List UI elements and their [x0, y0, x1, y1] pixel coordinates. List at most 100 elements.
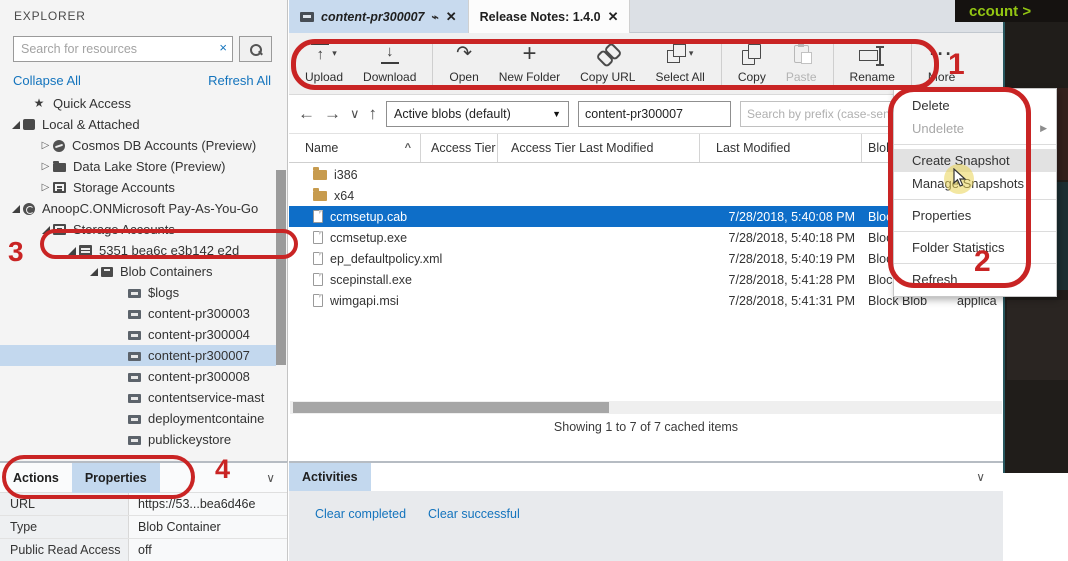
open-icon: ↷: [456, 42, 473, 64]
column-header-name[interactable]: Name ^: [289, 134, 421, 162]
tree-item-storage-accounts-sub[interactable]: Storage Accounts: [0, 219, 276, 240]
path-input[interactable]: [578, 101, 732, 127]
container-icon: [128, 372, 141, 382]
sort-ascending-icon: ^: [404, 142, 411, 154]
expander-collapsed-icon[interactable]: ▷: [38, 177, 53, 198]
container-icon: [128, 393, 141, 403]
history-chevron-down-icon[interactable]: ∨: [350, 106, 360, 122]
back-icon[interactable]: ←: [298, 104, 315, 124]
expander-expanded-icon[interactable]: [86, 267, 101, 276]
tree-item-container-selected[interactable]: content-pr300007: [0, 345, 276, 366]
collapse-chevron-icon[interactable]: ∨: [266, 471, 275, 485]
sidebar-scrollbar[interactable]: [276, 170, 286, 365]
tree-item-logs-container[interactable]: $logs: [0, 282, 276, 303]
activities-body: Clear completed Clear successful: [289, 491, 1003, 561]
storage-explorer-window: EXPLORER × Collapse All Refresh All ★ Qu…: [0, 0, 1068, 561]
tab-properties[interactable]: Properties: [71, 462, 160, 493]
search-button[interactable]: [239, 36, 272, 62]
menu-item-delete[interactable]: Delete: [894, 94, 1056, 117]
rename-button[interactable]: Rename: [840, 37, 905, 91]
resource-tree: ★ Quick Access Local & Attached ▷ Cosmos…: [0, 93, 276, 450]
cosmos-db-icon: [53, 139, 65, 152]
tab-activities[interactable]: Activities: [289, 463, 371, 491]
tree-item-cosmos-db[interactable]: ▷ Cosmos DB Accounts (Preview): [0, 135, 276, 156]
tree-item-container[interactable]: deploymentcontaine: [0, 408, 276, 429]
tree-item-blob-containers[interactable]: Blob Containers: [0, 261, 276, 282]
column-header-last-modified[interactable]: Last Modified: [700, 134, 862, 162]
editor-tabstrip: content-pr300007 ⌁ ✕ Release Notes: 1.4.…: [289, 0, 1003, 33]
expander-expanded-icon[interactable]: [64, 246, 79, 255]
file-icon: [313, 231, 323, 244]
column-header-access-tier-last-modified[interactable]: Access Tier Last Modified: [498, 134, 700, 162]
refresh-all-link[interactable]: Refresh All: [208, 73, 271, 88]
explorer-panel-title: EXPLORER: [14, 9, 86, 23]
tree-item-container[interactable]: content-pr300004: [0, 324, 276, 345]
forward-icon[interactable]: →: [324, 104, 341, 124]
prefix-search-input[interactable]: [740, 101, 919, 127]
menu-item-manage-snapshots[interactable]: Manage Snapshots: [894, 172, 1056, 195]
container-icon: [128, 330, 141, 340]
upload-icon: ↑: [311, 43, 330, 64]
expander-collapsed-icon[interactable]: ▷: [38, 135, 53, 156]
copy-button[interactable]: Copy: [728, 37, 776, 91]
tree-item-storage-account[interactable]: 5351 bea6c e3b142 e2d: [0, 240, 276, 261]
paste-button[interactable]: Paste: [776, 37, 827, 91]
open-button[interactable]: ↷ Open: [439, 37, 488, 91]
new-folder-button[interactable]: + New Folder: [489, 37, 570, 91]
tab-release-notes[interactable]: Release Notes: 1.4.0 ✕: [467, 0, 631, 33]
close-icon[interactable]: ✕: [446, 9, 457, 25]
tab-content-pr300007[interactable]: content-pr300007 ⌁ ✕: [289, 0, 468, 33]
copy-url-button[interactable]: Copy URL: [570, 37, 645, 91]
tree-item-data-lake[interactable]: ▷ Data Lake Store (Preview): [0, 156, 276, 177]
expander-expanded-icon[interactable]: [8, 204, 23, 213]
close-icon[interactable]: ✕: [608, 9, 619, 25]
rename-icon: [859, 45, 885, 66]
upload-button[interactable]: ↑ ▾ Upload: [295, 37, 353, 91]
horizontal-scrollbar[interactable]: [290, 401, 1002, 414]
tree-item-subscription[interactable]: AnoopC.ONMicrosoft Pay-As-You-Go: [0, 198, 276, 219]
toolbar-separator: [720, 40, 722, 87]
column-header-access-tier[interactable]: Access Tier: [421, 134, 498, 162]
tree-item-container[interactable]: content-pr300003: [0, 303, 276, 324]
blob-view-dropdown[interactable]: Active blobs (default) ▼: [386, 101, 570, 127]
tree-item-container[interactable]: contentservice-mast: [0, 387, 276, 408]
container-icon: [128, 309, 141, 319]
container-icon: [128, 288, 141, 298]
copy-icon: [742, 43, 762, 65]
video-overlay-banner: ccount >: [955, 0, 1068, 22]
expander-collapsed-icon[interactable]: ▷: [38, 156, 53, 177]
storage-accounts-icon: [53, 224, 66, 235]
property-row-public-read-access: Public Read Access off: [0, 539, 287, 561]
tree-item-container[interactable]: publickeystore: [0, 429, 276, 450]
select-all-button[interactable]: ▾ Select All: [645, 37, 714, 91]
menu-item-create-snapshot[interactable]: Create Snapshot: [894, 149, 1056, 172]
collapse-chevron-icon[interactable]: ∨: [976, 470, 985, 484]
tree-item-storage-accounts-local[interactable]: ▷ Storage Accounts: [0, 177, 276, 198]
expander-expanded-icon[interactable]: [8, 120, 23, 129]
connected-icon: ⌁: [431, 9, 439, 24]
tree-item-container[interactable]: content-pr300008: [0, 366, 276, 387]
select-all-icon: [666, 44, 686, 63]
storage-account-icon: [79, 245, 92, 256]
clear-successful-link[interactable]: Clear successful: [428, 507, 520, 561]
paste-icon: [793, 43, 812, 64]
menu-item-properties[interactable]: Properties: [894, 204, 1056, 227]
azure-account-icon: [23, 202, 35, 215]
submenu-arrow-icon: ▶: [1040, 123, 1047, 133]
toolbar-separator: [432, 40, 434, 87]
tab-actions[interactable]: Actions: [0, 463, 72, 493]
activities-panel: Activities ∨ Clear completed Clear succe…: [289, 461, 1003, 561]
resource-search-input[interactable]: [14, 37, 210, 61]
up-icon[interactable]: ↑: [369, 104, 378, 124]
scrollbar-thumb[interactable]: [293, 402, 609, 413]
tree-item-local-attached[interactable]: Local & Attached: [0, 114, 276, 135]
menu-item-undelete[interactable]: Undelete ▶: [894, 117, 1056, 140]
local-attached-icon: [23, 119, 35, 130]
search-clear-icon[interactable]: ×: [219, 40, 227, 55]
download-button[interactable]: ↓ Download: [353, 37, 426, 91]
clear-completed-link[interactable]: Clear completed: [315, 507, 406, 561]
file-icon: [313, 294, 323, 307]
collapse-all-link[interactable]: Collapse All: [13, 73, 81, 88]
expander-expanded-icon[interactable]: [38, 225, 53, 234]
tree-item-quick-access[interactable]: ★ Quick Access: [0, 93, 276, 114]
